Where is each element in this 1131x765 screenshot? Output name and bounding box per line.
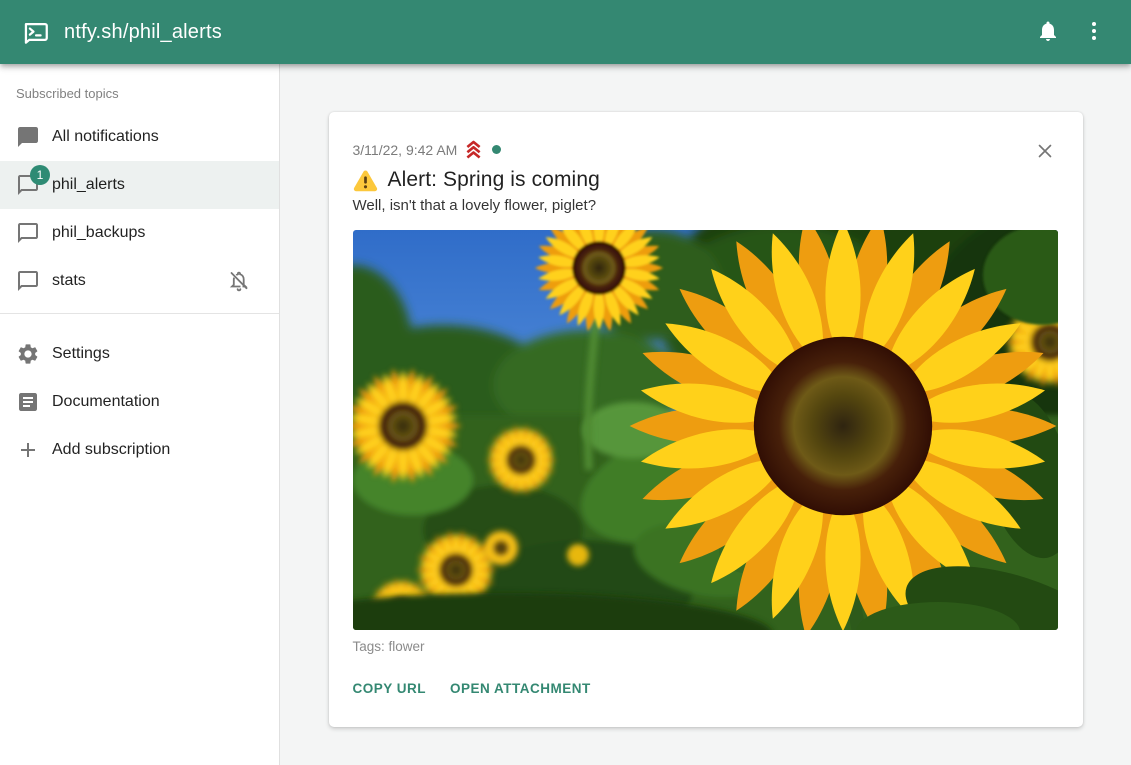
notifications-bell-button[interactable]: [1025, 9, 1071, 55]
close-x-icon: [1034, 140, 1056, 165]
app-bar: ntfy.sh/phil_alerts: [0, 0, 1131, 64]
overflow-menu-button[interactable]: [1071, 9, 1117, 55]
triple-chevron-up-red-icon: [463, 139, 484, 160]
notifications-off-icon: [227, 269, 251, 293]
sidebar-item-add-subscription[interactable]: Add subscription: [0, 426, 279, 474]
sidebar-subheader: Subscribed topics: [0, 64, 279, 113]
sidebar-item-label: Documentation: [52, 393, 160, 411]
attachment-image[interactable]: [353, 230, 1058, 630]
unread-count-badge: 1: [30, 165, 50, 185]
topic-list: All notifications 1 phil_alerts phil_b: [0, 113, 279, 305]
plus-icon: [16, 438, 40, 462]
notification-body: Well, isn't that a lovely flower, piglet…: [353, 197, 1059, 214]
notification-title: Alert: Spring is coming: [388, 168, 600, 192]
notification-actions: COPY URL OPEN ATTACHMENT: [345, 674, 1059, 703]
kebab-menu-icon: [1082, 19, 1106, 46]
notification-card: 3/11/22, 9:42 AM: [329, 112, 1083, 727]
unread-dot: [492, 145, 501, 154]
sidebar-item-label: Add subscription: [52, 441, 170, 459]
sunflower-photo: [353, 230, 1058, 630]
notification-title-row: Alert: Spring is coming: [353, 168, 1059, 192]
sidebar-item-documentation[interactable]: Documentation: [0, 378, 279, 426]
gear-icon: [16, 342, 40, 366]
warning-emoji-icon: [353, 169, 378, 192]
notification-tags: Tags: flower: [353, 639, 1059, 654]
notification-meta: 3/11/22, 9:42 AM: [353, 139, 1059, 160]
sidebar-item-all-notifications[interactable]: All notifications: [0, 113, 279, 161]
sidebar-actions: Settings Documentation Add subscription: [0, 322, 279, 474]
sidebar-item-stats[interactable]: stats: [0, 257, 279, 305]
sidebar-item-label: phil_alerts: [52, 176, 125, 194]
sidebar-item-label: Settings: [52, 345, 110, 363]
sidebar-item-label: All notifications: [52, 128, 159, 146]
notifications-icon: [1036, 19, 1060, 46]
ntfy-terminal-bubble-icon: [22, 19, 49, 46]
article-icon: [16, 390, 40, 414]
sidebar-divider: [0, 313, 279, 314]
open-attachment-button[interactable]: OPEN ATTACHMENT: [442, 674, 599, 703]
close-notification-button[interactable]: [1027, 134, 1063, 170]
chat-bubble-filled-icon: [16, 125, 40, 149]
app-title: ntfy.sh/phil_alerts: [64, 21, 222, 44]
copy-url-button[interactable]: COPY URL: [345, 674, 435, 703]
sidebar-item-settings[interactable]: Settings: [0, 330, 279, 378]
content-area: 3/11/22, 9:42 AM: [280, 64, 1131, 765]
chat-bubble-outline-icon: 1: [16, 173, 40, 197]
sidebar-item-label: stats: [52, 272, 86, 290]
notification-timestamp: 3/11/22, 9:42 AM: [353, 142, 458, 158]
sidebar-item-phil-backups[interactable]: phil_backups: [0, 209, 279, 257]
chat-bubble-outline-icon: [16, 269, 40, 293]
sidebar-item-phil-alerts[interactable]: 1 phil_alerts: [0, 161, 279, 209]
chat-bubble-outline-icon: [16, 221, 40, 245]
sidebar: Subscribed topics All notifications 1 ph: [0, 64, 280, 765]
sidebar-item-label: phil_backups: [52, 224, 145, 242]
